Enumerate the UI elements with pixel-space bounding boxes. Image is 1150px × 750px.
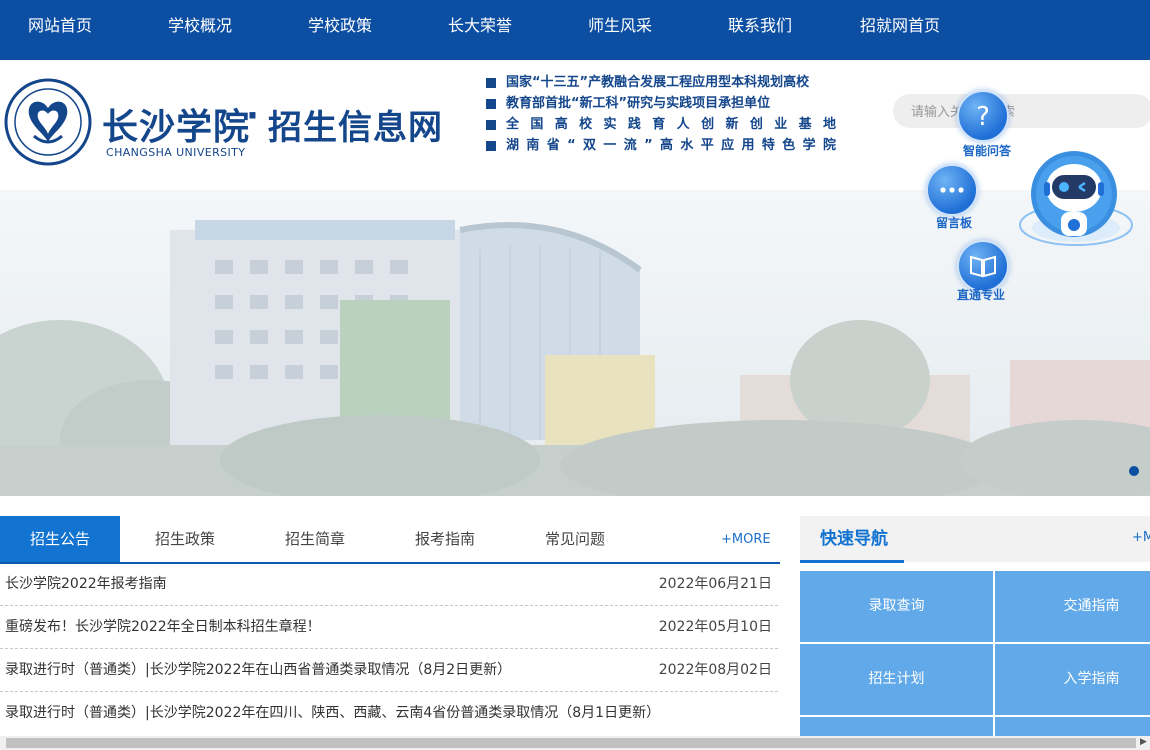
news-item[interactable]: 长沙学院2022年报考指南 2022年06月21日 bbox=[0, 563, 778, 606]
news-date: 2022年06月21日 bbox=[658, 576, 772, 592]
news-tab-bar: 招生公告 招生政策 招生简章 报考指南 常见问题 +MORE bbox=[0, 516, 780, 564]
news-item[interactable]: 录取进行时（普通类）|长沙学院2022年在山西省普通类录取情况（8月2日更新） … bbox=[0, 649, 778, 692]
quick-link-partial[interactable] bbox=[800, 717, 993, 737]
direct-major-button[interactable]: 直通专业 bbox=[957, 240, 1017, 310]
top-nav: 网站首页 学校概况 学校政策 长大荣誉 师生风采 联系我们 招就网首页 bbox=[0, 0, 1150, 60]
horizontal-scrollbar[interactable]: ▶ bbox=[0, 736, 1150, 750]
scroll-right-arrow-icon[interactable]: ▶ bbox=[1140, 737, 1147, 747]
campus-photo bbox=[0, 190, 1150, 496]
quick-link-admission-query[interactable]: 录取查询 bbox=[800, 571, 993, 642]
nav-honors[interactable]: 长大荣誉 bbox=[448, 0, 512, 52]
nav-home[interactable]: 网站首页 bbox=[28, 0, 92, 52]
slogan-item: 国家“十三五”产教融合发展工程应用型本科规划高校 bbox=[486, 72, 836, 93]
quick-link-partial[interactable] bbox=[995, 717, 1150, 737]
news-item[interactable]: 重磅发布！长沙学院2022年全日制本科招生章程！ 2022年05月10日 bbox=[0, 606, 778, 649]
bullet-square-icon bbox=[486, 77, 496, 88]
tab-faq[interactable]: 常见问题 bbox=[515, 516, 635, 562]
nav-faculty-style[interactable]: 师生风采 bbox=[588, 0, 652, 52]
news-item[interactable]: 录取进行时（普通类）|长沙学院2022年在四川、陕西、西藏、云南4省份普通类录取… bbox=[0, 692, 778, 734]
tab-admission-brochure[interactable]: 招生简章 bbox=[255, 516, 375, 562]
tab-application-guide[interactable]: 报考指南 bbox=[385, 516, 505, 562]
logo-english-name: CHANGSHA UNIVERSITY bbox=[106, 146, 246, 159]
tab-admission-policy[interactable]: 招生政策 bbox=[125, 516, 245, 562]
quick-link-entrance-guide[interactable]: 入学指南 bbox=[995, 644, 1150, 715]
quick-nav-panel: 快速导航 +M 录取查询 交通指南 招生计划 入学指南 bbox=[800, 516, 1150, 750]
nav-school-policy[interactable]: 学校政策 bbox=[308, 0, 372, 52]
slogan-list: 国家“十三五”产教融合发展工程应用型本科规划高校 教育部首批“新工科”研究与实践… bbox=[486, 72, 836, 156]
direct-major-label: 直通专业 bbox=[957, 288, 1006, 302]
quick-nav-header: 快速导航 +M bbox=[800, 516, 1150, 563]
bullet-square-icon bbox=[486, 98, 496, 109]
quick-link-enrollment-plan[interactable]: 招生计划 bbox=[800, 644, 993, 715]
carousel-indicator[interactable] bbox=[1129, 466, 1139, 476]
smart-qa-label: 智能问答 bbox=[963, 144, 1012, 158]
quick-nav-title: 快速导航 bbox=[820, 529, 888, 549]
quick-nav-underline bbox=[800, 560, 904, 563]
logo-separator: · bbox=[246, 96, 259, 136]
scrollbar-thumb[interactable] bbox=[6, 738, 1136, 748]
bullet-square-icon bbox=[486, 140, 496, 151]
university-emblem-icon[interactable] bbox=[4, 78, 92, 166]
bullet-square-icon bbox=[486, 119, 496, 130]
nav-contact[interactable]: 联系我们 bbox=[728, 0, 792, 52]
smart-qa-button[interactable]: ? 智能问答 bbox=[957, 90, 1017, 160]
message-board-button[interactable]: 留言板 bbox=[926, 164, 986, 234]
question-mark-icon: ? bbox=[957, 90, 1009, 142]
nav-school-overview[interactable]: 学校概况 bbox=[168, 0, 232, 52]
news-title[interactable]: 长沙学院2022年报考指南 bbox=[5, 563, 167, 605]
slogan-item: 教育部首批“新工科”研究与实践项目承担单位 bbox=[486, 93, 836, 114]
news-more-link[interactable]: +MORE bbox=[721, 532, 771, 547]
quick-nav-more-link[interactable]: +M bbox=[1132, 530, 1150, 545]
nav-employment-home[interactable]: 招就网首页 bbox=[860, 0, 940, 52]
quick-link-traffic-guide[interactable]: 交通指南 bbox=[995, 571, 1150, 642]
news-title[interactable]: 重磅发布！长沙学院2022年全日制本科招生章程！ bbox=[5, 606, 321, 648]
chat-dots-icon bbox=[926, 164, 978, 216]
tab-admission-notice[interactable]: 招生公告 bbox=[0, 516, 120, 562]
campus-banner bbox=[0, 190, 1150, 496]
news-title[interactable]: 录取进行时（普通类）|长沙学院2022年在山西省普通类录取情况（8月2日更新） bbox=[5, 649, 511, 691]
robot-assistant-icon[interactable] bbox=[1018, 150, 1138, 255]
message-board-label: 留言板 bbox=[936, 216, 973, 230]
news-date: 2022年05月10日 bbox=[658, 619, 772, 635]
slogan-item: 全国高校实践育人创新创业基地 bbox=[486, 114, 836, 135]
news-title[interactable]: 录取进行时（普通类）|长沙学院2022年在四川、陕西、西藏、云南4省份普通类录取… bbox=[5, 692, 660, 734]
svg-text:?: ? bbox=[976, 102, 990, 132]
logo-subtitle: 招生信息网 bbox=[268, 108, 443, 148]
logo-title: 长沙学院 bbox=[102, 106, 251, 148]
news-date: 2022年08月02日 bbox=[658, 662, 772, 678]
search-box bbox=[893, 94, 1150, 130]
book-icon bbox=[957, 240, 1009, 292]
slogan-item: 湖南省“双一流”高水平应用特色学院 bbox=[486, 135, 836, 156]
search-input[interactable] bbox=[909, 94, 1143, 130]
